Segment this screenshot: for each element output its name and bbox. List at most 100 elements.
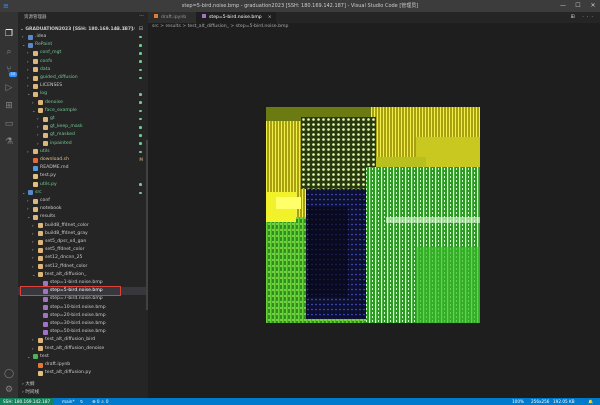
tree-folder[interactable]: › conf_mgt (18, 49, 148, 57)
tree-file[interactable]: test_alt_diffusion.py (18, 369, 148, 377)
close-tab-icon[interactable]: × (268, 15, 272, 20)
maximize-button[interactable]: ☐ (571, 0, 585, 12)
breadcrumb[interactable]: src > results > test_alt_diffusion_ > st… (152, 24, 288, 29)
tree-file[interactable]: step=7-bird.noise.bmp (18, 295, 148, 303)
run-debug-icon[interactable]: ▷ (3, 82, 15, 94)
tree-folder[interactable]: › notebook (18, 205, 148, 213)
bird-noise-image[interactable] (266, 107, 480, 323)
tree-item-label: step=50-bird.noise.bmp (50, 329, 106, 335)
tree-file[interactable]: step=30-bird.noise.bmp (18, 320, 148, 328)
chevron-down-icon[interactable]: ⌄ (22, 189, 27, 197)
tree-file[interactable]: utils.py (18, 181, 148, 189)
chevron-down-icon[interactable]: ⌄ (27, 353, 32, 361)
outline-section[interactable]: › 大纲 (22, 381, 35, 387)
folder-icon (43, 116, 48, 122)
notifications-bell-icon[interactable]: 🔔 (588, 398, 593, 405)
tree-file[interactable]: download.sh M (18, 156, 148, 164)
chevron-right-icon[interactable]: › (37, 123, 42, 131)
tab-step5-bird-noise[interactable]: step=5-bird.noise.bmp × (196, 12, 276, 23)
sync-icon[interactable]: ↻ (80, 398, 84, 405)
settings-gear-icon[interactable]: ⚙ (3, 384, 15, 396)
tree-folder[interactable]: › test_alt_diffusion_denoise (18, 345, 148, 353)
tree-folder[interactable]: › guided_diffusion (18, 74, 148, 82)
chevron-right-icon[interactable]: › (32, 230, 37, 238)
chevron-right-icon[interactable]: › (32, 345, 37, 353)
chevron-down-icon[interactable]: ⌄ (32, 271, 37, 279)
testing-icon[interactable]: ⚗ (3, 136, 15, 148)
extensions-icon[interactable]: ⊞ (3, 100, 15, 112)
tree-folder[interactable]: › gt_keep_mask (18, 123, 148, 131)
chevron-right-icon[interactable]: › (37, 131, 42, 139)
chevron-right-icon[interactable]: › (37, 140, 42, 148)
chevron-right-icon[interactable]: › (37, 115, 42, 123)
tree-folder[interactable]: › data (18, 66, 148, 74)
chevron-right-icon[interactable]: › (27, 66, 32, 74)
tree-file[interactable]: step=20-bird.noise.bmp (18, 312, 148, 320)
tree-folder[interactable]: › gt_masked (18, 131, 148, 139)
account-icon[interactable]: ◯ (3, 368, 15, 380)
chevron-down-icon[interactable]: ⌄ (32, 107, 37, 115)
search-icon[interactable]: ⌕ (3, 46, 15, 58)
chevron-right-icon[interactable]: › (27, 58, 32, 66)
chevron-right-icon[interactable]: › (27, 74, 32, 82)
tree-folder[interactable]: › .idea (18, 33, 148, 41)
tree-file[interactable]: test.py (18, 172, 148, 180)
tree-folder[interactable]: › set5_ffdnet_color (18, 246, 148, 254)
tree-folder[interactable]: › denoise (18, 99, 148, 107)
chevron-right-icon[interactable]: › (32, 336, 37, 344)
chevron-right-icon[interactable]: › (32, 254, 37, 262)
sidebar-more-actions-button[interactable]: ··· (139, 13, 144, 19)
minimize-button[interactable]: — (556, 0, 570, 12)
chevron-right-icon[interactable]: › (22, 33, 27, 41)
tree-folder[interactable]: ⌄ test_alt_diffusion_ (18, 271, 148, 279)
tree-folder[interactable]: › conf (18, 197, 148, 205)
chevron-down-icon[interactable]: ⌄ (27, 90, 32, 98)
tree-file[interactable]: step=50-bird.noise.bmp (18, 328, 148, 336)
chevron-right-icon[interactable]: › (32, 263, 37, 271)
tree-folder[interactable]: ⌄ log (18, 90, 148, 98)
explorer-icon[interactable]: ❐ (3, 28, 15, 40)
chevron-right-icon[interactable]: › (32, 238, 37, 246)
tree-folder[interactable]: › LICENSES (18, 82, 148, 90)
tree-folder[interactable]: › utils (18, 148, 148, 156)
chevron-right-icon[interactable]: › (32, 222, 37, 230)
zoom-level[interactable]: 100% (512, 398, 524, 405)
remote-explorer-icon[interactable]: ▭ (3, 118, 15, 130)
chevron-right-icon[interactable]: › (27, 49, 32, 57)
chevron-right-icon[interactable]: › (27, 82, 32, 90)
folder-icon (43, 141, 48, 147)
tree-folder[interactable]: ⌄ src (18, 189, 148, 197)
chevron-down-icon[interactable]: ⌄ (27, 213, 32, 221)
tree-folder[interactable]: › set12_dncnn_25 (18, 254, 148, 262)
tree-folder[interactable]: › gt (18, 115, 148, 123)
tree-folder[interactable]: › set5_dpsr_x4_gan (18, 238, 148, 246)
tab-draft-ipynb[interactable]: draft.ipynb (148, 12, 196, 23)
tree-folder[interactable]: › set12_ffdnet_color (18, 263, 148, 271)
git-branch[interactable]: main* (62, 398, 75, 405)
close-window-button[interactable]: ✕ (586, 0, 600, 12)
tree-folder[interactable]: › confs (18, 58, 148, 66)
tree-file[interactable]: draft.ipynb (18, 361, 148, 369)
tree-folder[interactable]: ⌄ test (18, 353, 148, 361)
tree-folder[interactable]: › test_alt_diffusion_bird (18, 336, 148, 344)
remote-indicator[interactable]: SSH: 180.169.142.187 (0, 398, 54, 405)
tree-folder[interactable]: ⌄ RePaint (18, 41, 148, 49)
tree-item-label: draft.ipynb (45, 362, 71, 367)
chevron-right-icon[interactable]: › (27, 148, 32, 156)
tree-file[interactable]: step=10-bird.noise.bmp (18, 304, 148, 312)
chevron-down-icon[interactable]: ⌄ (22, 41, 27, 49)
tree-folder[interactable]: ⌄ results (18, 213, 148, 221)
editor-actions[interactable]: ⊞ ··· (570, 12, 596, 23)
tree-folder[interactable]: ⌄ face_example (18, 107, 148, 115)
explorer-actions[interactable]: ⊕ ⊞ ↻ ⊟ (115, 26, 144, 32)
chevron-right-icon[interactable]: › (32, 99, 37, 107)
tree-folder[interactable]: › inpainted (18, 140, 148, 148)
chevron-right-icon[interactable]: › (27, 197, 32, 205)
tree-folder[interactable]: › build8_ffdnet_gray (18, 230, 148, 238)
tree-folder[interactable]: › build8_ffdnet_color (18, 222, 148, 230)
timeline-section[interactable]: › 时间线 (22, 389, 39, 395)
chevron-right-icon[interactable]: › (27, 205, 32, 213)
tree-file[interactable]: README.md (18, 164, 148, 172)
problems-indicator[interactable]: ⊗ 0 ⚠ 0 (92, 398, 109, 405)
chevron-right-icon[interactable]: › (32, 246, 37, 254)
